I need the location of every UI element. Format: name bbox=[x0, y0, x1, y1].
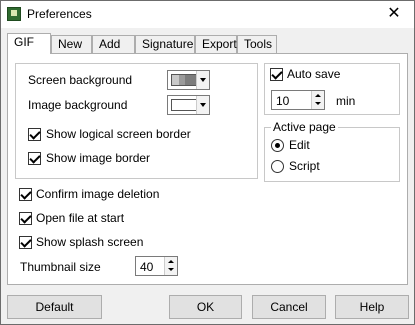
background-group: Screen background Image background Show … bbox=[15, 63, 258, 179]
open-file-at-start-label: Open file at start bbox=[36, 211, 125, 225]
active-page-title: Active page bbox=[271, 120, 338, 134]
thumbnail-size-label: Thumbnail size bbox=[20, 260, 101, 274]
auto-save-minutes-value: 10 bbox=[276, 94, 290, 108]
tab-signature[interactable]: Signature bbox=[135, 35, 195, 53]
tab-tools[interactable]: Tools bbox=[237, 35, 277, 53]
tab-add[interactable]: Add bbox=[92, 35, 135, 53]
cancel-button[interactable]: Cancel bbox=[252, 295, 326, 319]
screen-background-swatch bbox=[171, 74, 197, 86]
auto-save-checkbox[interactable] bbox=[270, 68, 283, 81]
show-image-border-checkbox[interactable] bbox=[28, 152, 41, 165]
tab-gif[interactable]: GIF bbox=[7, 33, 51, 54]
show-logical-border-checkbox[interactable] bbox=[28, 128, 41, 141]
help-button[interactable]: Help bbox=[335, 295, 409, 319]
close-icon[interactable]: ✕ bbox=[380, 3, 408, 25]
image-background-label: Image background bbox=[28, 98, 128, 112]
spinner-buttons[interactable] bbox=[164, 257, 177, 275]
auto-save-minutes-spinner[interactable]: 10 bbox=[271, 90, 325, 110]
active-page-group: Active page Edit Script bbox=[264, 120, 400, 182]
show-image-border-label: Show image border bbox=[46, 151, 151, 165]
default-button[interactable]: Default bbox=[7, 295, 102, 319]
tab-export[interactable]: Export bbox=[195, 35, 237, 53]
image-background-swatch bbox=[171, 99, 197, 111]
active-page-edit-label: Edit bbox=[289, 138, 310, 152]
app-icon bbox=[7, 7, 21, 21]
auto-save-unit: min bbox=[336, 94, 356, 108]
thumbnail-size-spinner[interactable]: 40 bbox=[135, 256, 178, 276]
tab-new[interactable]: New bbox=[51, 35, 92, 53]
auto-save-label: Auto save bbox=[287, 67, 341, 81]
gif-tab-panel: Screen background Image background Show … bbox=[7, 53, 408, 285]
window-title: Preferences bbox=[27, 7, 92, 21]
thumbnail-size-value: 40 bbox=[140, 260, 154, 274]
confirm-deletion-label: Confirm image deletion bbox=[36, 187, 160, 201]
preferences-window: Preferences ✕ GIF New Add Signature Expo… bbox=[0, 0, 415, 325]
chevron-down-icon bbox=[196, 96, 209, 114]
screen-background-label: Screen background bbox=[28, 73, 133, 87]
spinner-buttons[interactable] bbox=[311, 91, 324, 109]
chevron-down-icon bbox=[196, 71, 209, 89]
ok-button[interactable]: OK bbox=[169, 295, 242, 319]
active-page-script-radio[interactable] bbox=[271, 160, 284, 173]
show-splash-label: Show splash screen bbox=[36, 235, 144, 249]
open-file-at-start-checkbox[interactable] bbox=[19, 212, 32, 225]
active-page-edit-radio[interactable] bbox=[271, 139, 284, 152]
confirm-deletion-checkbox[interactable] bbox=[19, 188, 32, 201]
show-splash-checkbox[interactable] bbox=[19, 236, 32, 249]
image-background-color-combo[interactable] bbox=[167, 95, 210, 115]
screen-background-color-combo[interactable] bbox=[167, 70, 210, 90]
auto-save-group: Auto save 10 min bbox=[264, 63, 400, 115]
title-bar: Preferences ✕ bbox=[1, 1, 414, 28]
show-logical-border-label: Show logical screen border bbox=[46, 127, 191, 141]
active-page-script-label: Script bbox=[289, 159, 320, 173]
